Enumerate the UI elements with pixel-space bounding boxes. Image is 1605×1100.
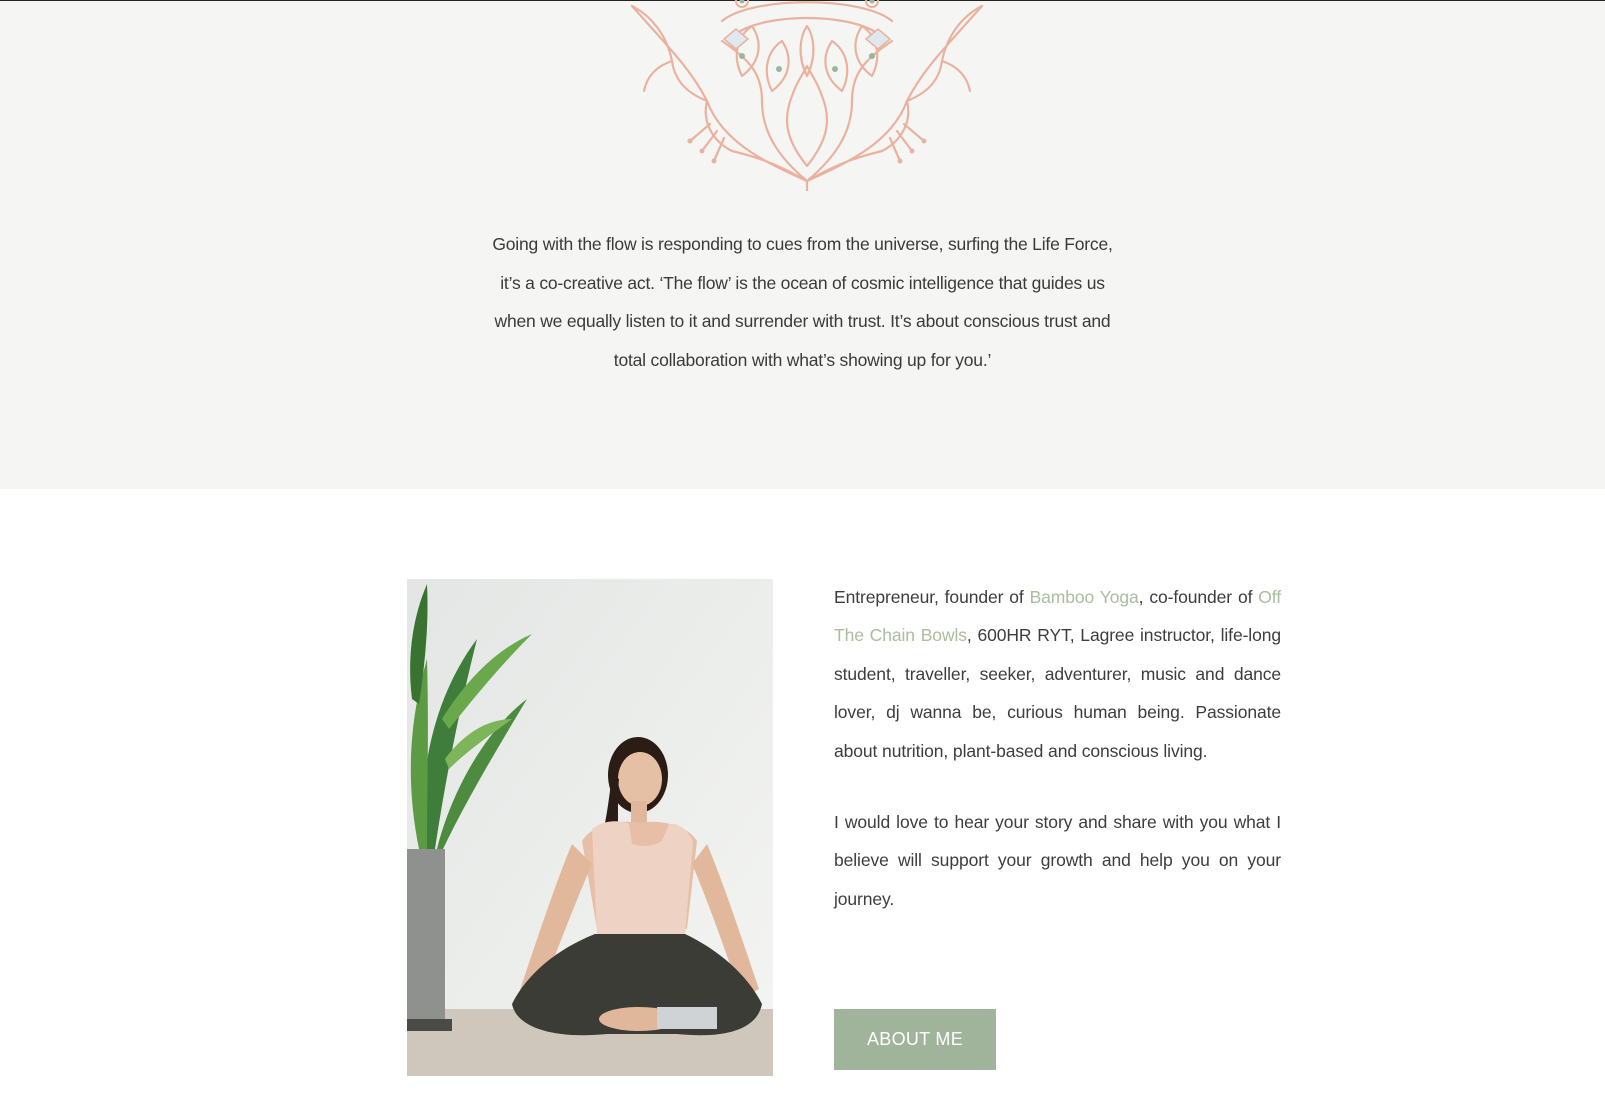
- bamboo-yoga-link[interactable]: Bamboo Yoga: [1030, 587, 1139, 607]
- bio-paragraph: Entrepreneur, founder of Bamboo Yoga, co…: [834, 578, 1281, 770]
- quote-line: when we equally listen to it and surrend…: [494, 311, 1111, 331]
- flow-quote: Going with the flow is responding to cue…: [470, 225, 1135, 379]
- quote-section: Going with the flow is responding to cue…: [0, 0, 1605, 489]
- yoga-portrait-image: [407, 579, 773, 1076]
- bio-intro-text: Entrepreneur, founder of: [834, 587, 1030, 607]
- bio-text: Entrepreneur, founder of Bamboo Yoga, co…: [834, 578, 1281, 918]
- quote-line: it’s a co-creative act. ‘The flow’ is th…: [500, 272, 1105, 293]
- bio-detail-text: , 600HR RYT, Lagree instructor, life-lon…: [834, 625, 1281, 761]
- quote-line: Going with the flow is responding to cue…: [492, 234, 1113, 254]
- bio-mid-text: , co-founder of: [1138, 587, 1259, 607]
- quote-line: total collaboration with what’s showing …: [613, 349, 992, 370]
- bio-paragraph-2: I would love to hear your story and shar…: [834, 812, 1281, 909]
- mandala-icon: [630, 0, 984, 191]
- about-me-button[interactable]: ABOUT ME: [834, 1009, 996, 1070]
